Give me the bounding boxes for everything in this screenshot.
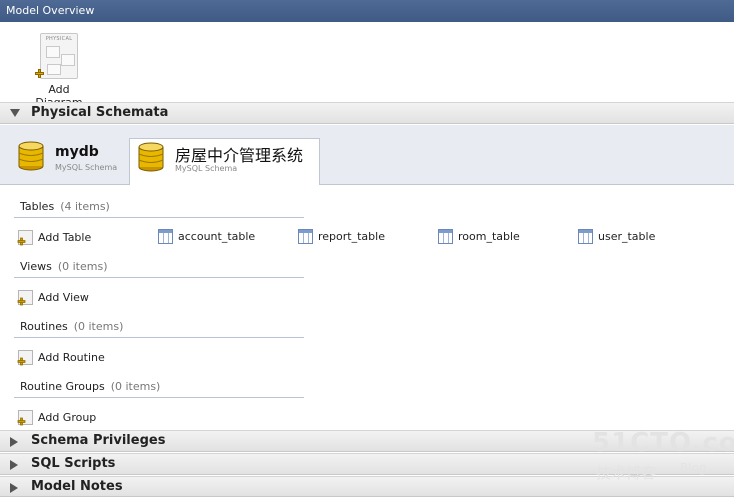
add-icon	[17, 290, 33, 306]
sql-scripts-header[interactable]: SQL Scripts	[0, 453, 734, 475]
physical-schemata-title: Physical Schemata	[31, 105, 169, 120]
routine-groups-count: (0 items)	[110, 380, 161, 393]
model-notes-title: Model Notes	[31, 479, 123, 494]
schema-tab-strip: mydb MySQL Schema 房屋中介管理系统 MySQL Schema	[0, 125, 734, 185]
routines-count: (0 items)	[73, 320, 124, 333]
schema-tab-mydb[interactable]: mydb MySQL Schema	[10, 138, 128, 185]
routine-groups-title: Routine Groups	[20, 380, 105, 393]
routines-group-header[interactable]: Routines (0 items)	[20, 320, 123, 333]
views-title: Views	[20, 260, 52, 273]
sql-scripts-title: SQL Scripts	[31, 456, 116, 471]
schema-privileges-header[interactable]: Schema Privileges	[0, 430, 734, 452]
add-icon	[17, 410, 33, 426]
group-divider	[14, 397, 304, 398]
add-plus-icon	[35, 69, 44, 78]
schema-privileges-title: Schema Privileges	[31, 433, 166, 448]
table-icon	[578, 229, 593, 244]
routines-title: Routines	[20, 320, 68, 333]
triangle-collapsed-icon[interactable]	[10, 483, 18, 493]
window-title: Model Overview	[0, 0, 734, 22]
add-icon	[17, 350, 33, 366]
model-notes-header[interactable]: Model Notes	[0, 476, 734, 497]
tables-group-header[interactable]: Tables (4 items)	[20, 200, 110, 213]
group-divider	[14, 277, 304, 278]
table-name: account_table	[178, 230, 256, 243]
schema-name: mydb	[55, 144, 99, 160]
table-icon	[298, 229, 313, 244]
tables-count: (4 items)	[60, 200, 110, 213]
add-diagram-button[interactable]: PHYSICAL Add Diagram	[24, 31, 94, 109]
add-routine-label: Add Routine	[38, 351, 105, 364]
triangle-collapsed-icon[interactable]	[10, 460, 18, 470]
group-divider	[14, 217, 304, 218]
physical-schemata-header[interactable]: Physical Schemata	[0, 102, 734, 124]
schema-type: MySQL Schema	[55, 163, 118, 172]
diagram-icon: PHYSICAL	[40, 33, 78, 79]
schema-type: MySQL Schema	[175, 164, 238, 173]
table-name: room_table	[458, 230, 520, 243]
table-icon	[438, 229, 453, 244]
views-count: (0 items)	[57, 260, 108, 273]
routine-groups-group-header[interactable]: Routine Groups (0 items)	[20, 380, 160, 393]
triangle-collapsed-icon[interactable]	[10, 437, 18, 447]
views-group-header[interactable]: Views (0 items)	[20, 260, 108, 273]
database-icon	[138, 142, 164, 172]
add-icon	[17, 230, 33, 246]
database-icon	[18, 141, 44, 171]
group-divider	[14, 337, 304, 338]
schema-name: 房屋中介管理系统	[175, 146, 304, 165]
table-name: report_table	[318, 230, 385, 243]
schema-tab-active[interactable]: 房屋中介管理系统 MySQL Schema	[129, 138, 320, 185]
tables-title: Tables	[20, 200, 55, 213]
add-group-label: Add Group	[38, 411, 97, 424]
add-table-label: Add Table	[38, 231, 92, 244]
table-icon	[158, 229, 173, 244]
diagram-icon-caption: PHYSICAL	[45, 36, 73, 42]
add-view-label: Add View	[38, 291, 89, 304]
triangle-expanded-icon[interactable]	[10, 109, 20, 117]
table-name: user_table	[598, 230, 656, 243]
